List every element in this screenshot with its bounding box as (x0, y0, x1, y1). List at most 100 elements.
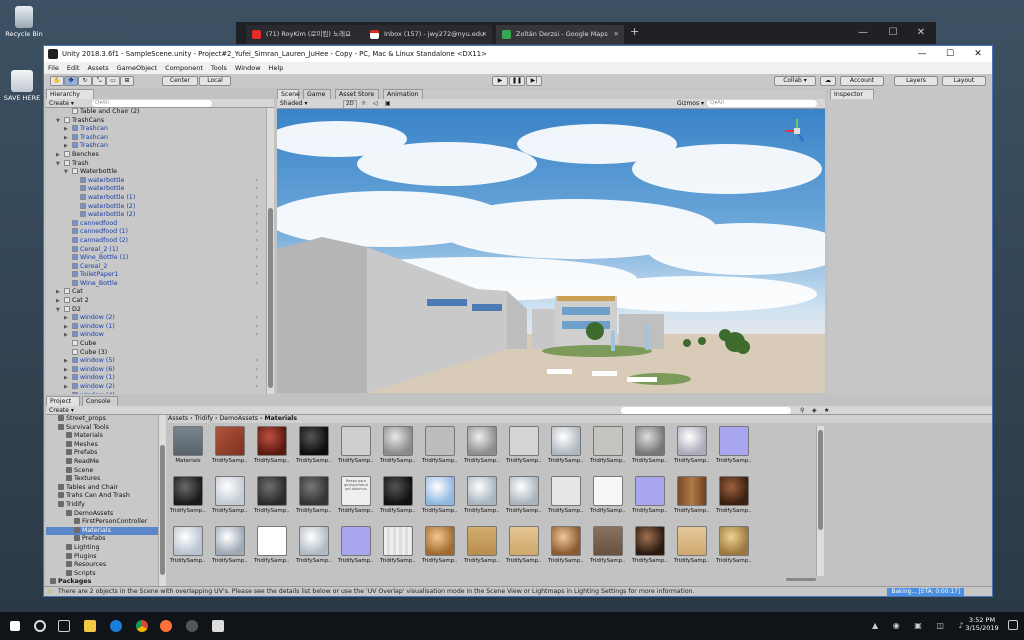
close-button[interactable]: ✕ (964, 46, 992, 62)
folder-item[interactable]: Materials (46, 526, 158, 536)
menu-tools[interactable]: Tools (211, 64, 227, 72)
maximize-button[interactable]: ☐ (936, 46, 964, 62)
material-asset[interactable]: TridifySamp... (674, 476, 710, 515)
hierarchy-item[interactable]: ▶ Benches (46, 150, 266, 160)
hierarchy-item[interactable]: ▶ window (5) › (46, 357, 266, 366)
material-asset[interactable]: TridifySamp... (296, 426, 332, 465)
hierarchy-item[interactable]: ▶ window (2) › (46, 314, 266, 323)
prefab-open-icon[interactable]: › (256, 392, 258, 394)
hierarchy-item[interactable]: Wine_Bottle › (46, 279, 266, 289)
pause-button-icon[interactable]: ❚❚ (509, 76, 525, 86)
breadcrumb-assets[interactable]: Assets (168, 415, 188, 422)
hierarchy-item[interactable]: waterbottle (2) › (46, 211, 266, 220)
prefab-open-icon[interactable]: › (256, 220, 258, 229)
folder-item[interactable]: FirstPersonController (46, 518, 158, 527)
scale-tool-icon[interactable]: ⤡ (92, 76, 106, 86)
steam-icon[interactable] (186, 620, 198, 632)
browser-tab[interactable]: Zoltán Derzsi - Google Maps ✕ (496, 25, 624, 44)
expand-arrow-icon[interactable]: ▼ (64, 168, 72, 177)
hierarchy-scrollbar[interactable] (266, 108, 274, 394)
menu-edit[interactable]: Edit (67, 64, 80, 72)
hierarchy-item[interactable]: ▶ window (1) › (46, 374, 266, 383)
layout-dropdown[interactable]: Layout (942, 76, 986, 86)
prefab-open-icon[interactable]: › (256, 374, 258, 383)
hierarchy-item[interactable]: cannedfood › (46, 219, 266, 229)
breadcrumb-materials[interactable]: Materials (264, 415, 297, 422)
folder-item[interactable]: Resources (46, 561, 158, 570)
hierarchy-item[interactable]: Wine_Bottle (1) › (46, 254, 266, 263)
scroll-thumb[interactable] (268, 208, 273, 388)
hierarchy-item[interactable]: ▶ Cat (46, 288, 266, 297)
file-explorer-icon[interactable] (84, 620, 96, 632)
layers-dropdown[interactable]: Layers (894, 76, 938, 86)
pivot-local-button[interactable]: Local (199, 76, 231, 86)
folder-tree-scrollbar[interactable] (158, 415, 166, 586)
material-asset[interactable]: TridifySamp... (422, 526, 458, 565)
hierarchy-item[interactable]: Table and Chair (2) (46, 108, 266, 117)
folder-item[interactable]: Materials (46, 432, 158, 441)
menu-file[interactable]: File (48, 64, 59, 72)
lighting-toggle-icon[interactable]: ☼ (361, 100, 366, 107)
hierarchy-item[interactable]: ▶ window › (46, 331, 266, 340)
project-create-dropdown[interactable]: Create ▾ (49, 406, 74, 415)
material-asset[interactable]: TridifySamp... (632, 476, 668, 515)
material-asset[interactable]: TridifySamp... (380, 476, 416, 515)
expand-arrow-icon[interactable]: ▶ (56, 151, 64, 160)
menu-help[interactable]: Help (269, 64, 284, 72)
material-asset[interactable]: TridifySamp... (506, 426, 542, 465)
material-asset[interactable]: TridifySamp... (212, 426, 248, 465)
material-asset[interactable]: TridifySamp... (170, 526, 206, 565)
expand-arrow-icon[interactable]: ▼ (56, 306, 64, 315)
prefab-open-icon[interactable]: › (256, 254, 258, 263)
material-asset[interactable]: TridifySamp... (254, 476, 290, 515)
prefab-open-icon[interactable]: › (256, 280, 258, 289)
create-dropdown[interactable]: Create ▾ (49, 99, 74, 108)
move-tool-icon[interactable]: ✥ (64, 76, 78, 86)
folder-item[interactable]: Prefabs (46, 449, 158, 458)
hierarchy-item[interactable]: ▼ Waterbottle (46, 168, 266, 177)
firefox-icon[interactable] (160, 620, 172, 632)
material-asset[interactable]: TridifySamp... (254, 426, 290, 465)
rotate-tool-icon[interactable]: ↻ (78, 76, 92, 86)
minimize-button[interactable]: — (908, 46, 936, 62)
expand-arrow-icon[interactable]: ▼ (56, 117, 64, 126)
hierarchy-item[interactable]: cannedfood (2) › (46, 236, 266, 246)
folder-item[interactable]: Meshes (46, 440, 158, 450)
search-icon[interactable] (34, 620, 46, 632)
expand-arrow-icon[interactable]: ▶ (64, 134, 72, 143)
label-icon[interactable]: ◈ (812, 406, 817, 415)
scroll-thumb[interactable] (160, 445, 165, 575)
folder-item[interactable]: Tables and Chair (46, 483, 158, 493)
menu-window[interactable]: Window (235, 64, 261, 72)
prefab-open-icon[interactable]: › (256, 366, 258, 375)
status-message[interactable]: There are 2 objects in the Scene with ov… (58, 588, 695, 595)
hierarchy-item[interactable]: ▶ Trashcan (46, 142, 266, 151)
hierarchy-item[interactable]: Cube (46, 340, 266, 349)
material-asset[interactable]: TridifySamp... (422, 476, 458, 515)
hierarchy-item[interactable]: waterbottle › (46, 176, 266, 186)
hierarchy-item[interactable]: ▼ D2 (46, 305, 266, 315)
material-asset[interactable]: TridifySamp... (422, 426, 458, 465)
folder-item[interactable]: ReadMe (46, 457, 158, 467)
windows-start-icon[interactable] (10, 621, 20, 631)
tab-hierarchy[interactable]: Hierarchy (46, 89, 94, 99)
browser-minimize-button[interactable]: — (848, 22, 878, 44)
tab-project[interactable]: Project (46, 396, 80, 406)
hierarchy-item[interactable]: ▶ Cat 2 (46, 297, 266, 306)
expand-arrow-icon[interactable]: ▶ (64, 314, 72, 323)
expand-arrow-icon[interactable]: ▶ (64, 392, 72, 394)
material-asset[interactable]: TridifySamp... (464, 426, 500, 465)
hierarchy-item[interactable]: ▼ TrashCans (46, 116, 266, 126)
prefab-open-icon[interactable]: › (256, 271, 258, 280)
rect-tool-icon[interactable]: ▭ (106, 76, 120, 86)
scene-search-input[interactable]: Q▾All (707, 100, 817, 107)
hierarchy-item[interactable]: waterbottle (1) › (46, 193, 266, 203)
breadcrumb-demoassets[interactable]: DemoAssets (220, 415, 259, 422)
tab-inspector[interactable]: Inspector (830, 89, 874, 99)
scroll-thumb[interactable] (818, 430, 823, 530)
asset-grid-scrollbar[interactable] (816, 426, 824, 576)
hierarchy-item[interactable]: waterbottle › (46, 185, 266, 194)
tab-console[interactable]: Console (82, 396, 118, 406)
shading-mode-dropdown[interactable]: Shaded ▾ (280, 99, 308, 109)
menu-gameobject[interactable]: GameObject (117, 64, 158, 72)
